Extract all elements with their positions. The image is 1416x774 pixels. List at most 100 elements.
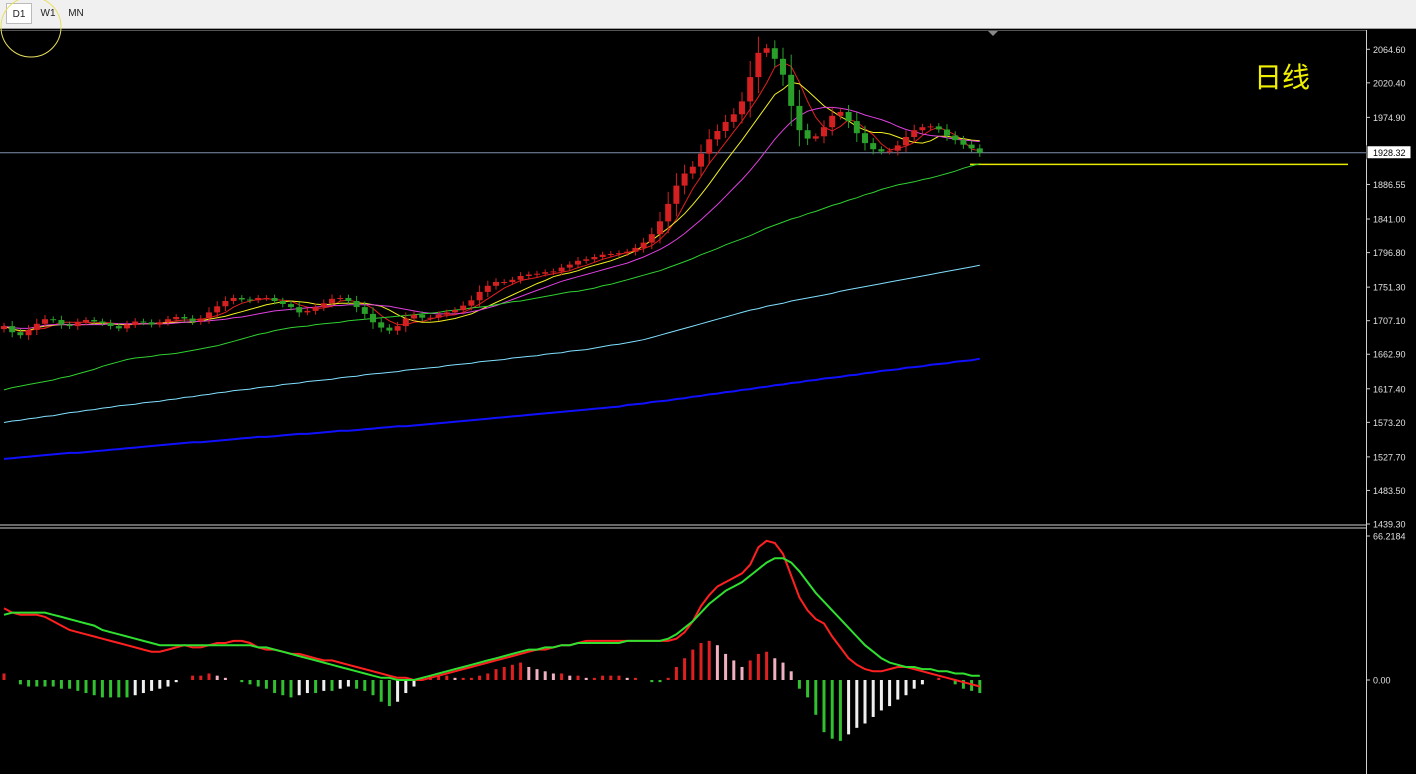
macd-tick-label: 66.2184: [1373, 532, 1406, 542]
price-tick-label: 1928.32: [1373, 148, 1406, 158]
ma-5-line: [3, 62, 980, 332]
candle-body: [755, 52, 762, 78]
candle-body: [156, 322, 163, 325]
chart-canvas: 2064.60 2020.40 1974.90 1928.32 1886.55 1841.…: [0, 0, 1412, 774]
candle-body: [304, 310, 311, 313]
candle-body: [837, 112, 844, 116]
price-tick-label: 1527.70: [1373, 452, 1406, 462]
candle-body: [452, 310, 458, 313]
candle-body: [624, 251, 631, 254]
candle-body: [214, 306, 221, 313]
candle-body: [698, 153, 704, 167]
candle-body: [534, 273, 540, 275]
candle-body: [722, 121, 729, 131]
candle-body: [616, 253, 622, 255]
candle-body: [230, 298, 237, 301]
price-tick-label: 1796.80: [1373, 248, 1406, 258]
candle-body: [739, 101, 745, 115]
ma-20-line: [3, 106, 980, 329]
candle-body: [657, 221, 663, 235]
candle-body: [148, 322, 155, 325]
candle-body: [419, 314, 426, 318]
candle-body: [640, 242, 647, 248]
macd-fast-line: [3, 539, 981, 688]
candle-body: [566, 264, 573, 268]
candle-body: [591, 257, 598, 260]
candle-body: [968, 144, 975, 149]
candle-body: [821, 127, 827, 137]
candle-body: [632, 247, 639, 252]
candle-body: [222, 301, 229, 307]
candle-body: [976, 148, 983, 153]
candle-body: [886, 150, 893, 152]
candle-body: [312, 307, 319, 311]
candle-body: [952, 135, 959, 141]
price-axis: 2064.60 2020.40 1974.90 1928.32 1886.55 1841.…: [0, 30, 1412, 774]
candle-body: [74, 322, 81, 327]
candle-body: [124, 324, 130, 329]
candle-body: [402, 318, 409, 327]
price-tick-label: 2064.60: [1373, 45, 1406, 55]
candle-body: [550, 271, 557, 273]
candle-body: [345, 298, 352, 301]
candle-body: [911, 130, 918, 137]
candle-body: [542, 272, 549, 274]
candle-body: [181, 317, 188, 319]
candle-body: [386, 327, 393, 331]
candle-body: [484, 285, 491, 292]
price-tick-label: 2020.40: [1373, 78, 1406, 88]
candle-body: [665, 203, 672, 222]
candle-body: [329, 298, 335, 304]
candle-body: [66, 324, 73, 327]
candle-body: [648, 234, 655, 243]
candle-body: [673, 185, 680, 204]
candle-body: [935, 126, 942, 130]
candle-body: [476, 291, 483, 301]
candle-body: [91, 320, 98, 322]
candle-body: [944, 129, 950, 136]
candle-body: [796, 105, 803, 131]
candle-body: [501, 282, 508, 283]
candle-body: [763, 48, 770, 53]
candle-body: [263, 298, 270, 299]
price-tick-label: 1886.55: [1373, 180, 1406, 190]
candle-body: [829, 115, 836, 128]
candle-body: [493, 282, 499, 286]
candle-body: [460, 305, 467, 311]
candle-body: [247, 299, 253, 301]
candle-body: [197, 318, 204, 322]
candle-body: [780, 58, 786, 75]
candle-body: [173, 317, 180, 320]
candle-body: [894, 145, 901, 151]
candle-body: [288, 304, 294, 308]
candle-body: [1, 326, 7, 330]
candle-body: [165, 319, 171, 323]
candle-body: [238, 298, 245, 300]
candle-body: [845, 112, 852, 122]
price-tick-label: 1573.20: [1373, 418, 1406, 428]
candle-body: [255, 298, 262, 301]
annotation-label: 日线: [1254, 61, 1310, 94]
candle-body: [271, 298, 278, 301]
candle-body: [517, 276, 524, 280]
candle-body: [747, 77, 754, 102]
candle-body: [58, 320, 65, 325]
candle-body: [378, 322, 385, 328]
candle-body: [83, 320, 89, 323]
candle-body: [575, 260, 581, 265]
candle-body: [189, 318, 196, 322]
candle-body: [427, 317, 434, 319]
candle-body: [279, 301, 286, 304]
candle-body: [33, 323, 40, 330]
price-tick-label: 1662.90: [1373, 350, 1406, 360]
candle-body: [509, 279, 516, 283]
candle-body: [862, 133, 868, 144]
candle-body: [468, 300, 475, 306]
candle-body: [927, 126, 934, 128]
candle-body: [361, 307, 368, 314]
price-tick-label: 1439.30: [1373, 520, 1406, 530]
candle-body: [878, 149, 885, 152]
candle-body: [706, 139, 713, 154]
candle-body: [296, 307, 303, 313]
candle-body: [25, 329, 32, 336]
